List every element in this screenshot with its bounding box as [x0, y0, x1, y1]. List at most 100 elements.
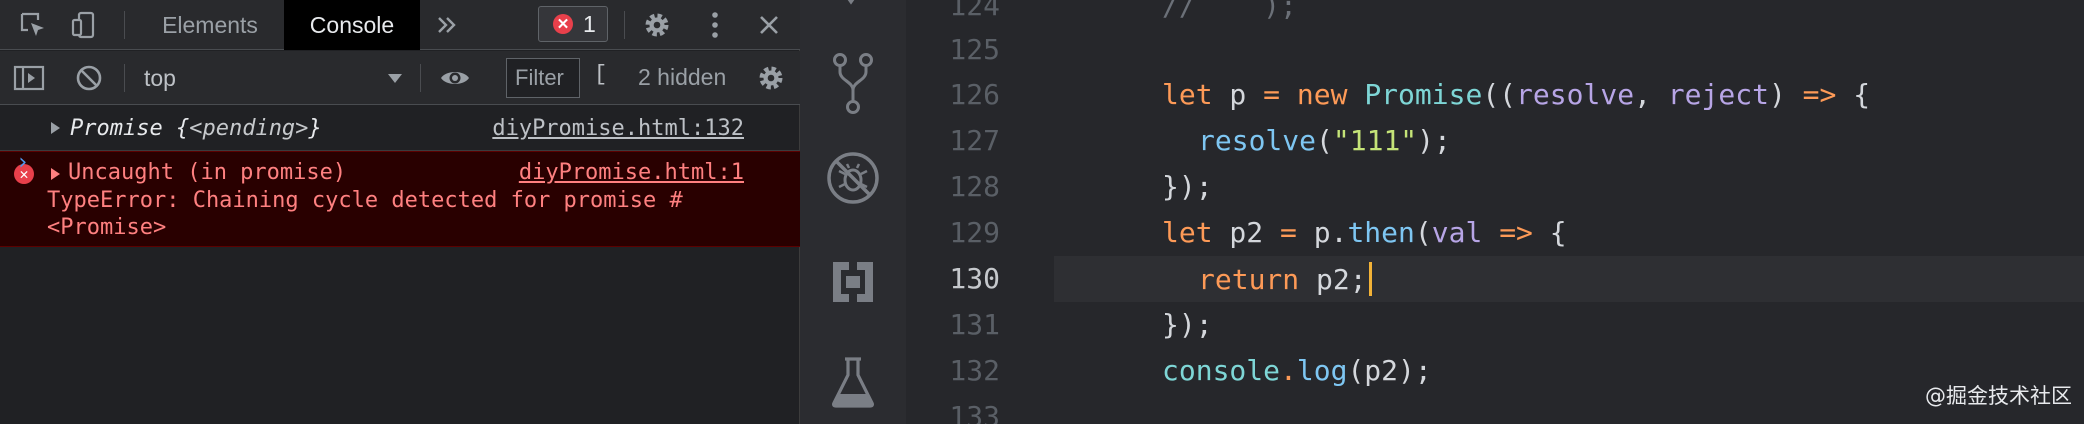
live-expression-eye-icon[interactable] — [438, 62, 472, 94]
current-line-number: 130 — [949, 262, 1000, 295]
promise-brace: } — [308, 116, 322, 141]
code-line-124: // ); — [1162, 0, 1297, 22]
line-number: 132 — [949, 354, 1000, 387]
token-dot: . — [1280, 354, 1297, 387]
sidebar-toggle-icon[interactable] — [12, 62, 46, 94]
token-punct: { — [1532, 216, 1567, 249]
promise-state: <pending> — [189, 116, 309, 141]
error-title[interactable]: Uncaught (in promise) — [68, 160, 346, 185]
source-link[interactable]: diyPromise.html:132 — [492, 116, 744, 141]
token-param: resolve — [1516, 78, 1635, 111]
line-number: 133 — [949, 400, 1000, 424]
token-function: resolve — [1198, 124, 1317, 157]
token-identifier: p — [1212, 78, 1264, 111]
line-number: 129 — [949, 216, 1000, 249]
inspect-element-icon[interactable] — [16, 9, 50, 41]
devtools-panel: Elements Console ✕ 1 top Filter [2 hidd… — [0, 0, 800, 424]
token-punct: (p2); — [1347, 354, 1432, 387]
text-cursor — [1368, 262, 1372, 296]
token-punct: }); — [1162, 308, 1213, 341]
token-class: Promise — [1364, 78, 1483, 111]
token-arrow: => — [1802, 78, 1837, 111]
log-levels-dropdown[interactable]: [ — [594, 62, 607, 87]
tabbar-divider — [124, 11, 125, 39]
kebab-menu-icon[interactable] — [698, 9, 732, 41]
console-settings-gear-icon[interactable] — [754, 62, 788, 94]
error-detail: TypeError: Chaining cycle detected for p… — [47, 188, 683, 213]
extensions-icon[interactable] — [800, 258, 906, 306]
error-count: 1 — [583, 10, 596, 37]
token-identifier: p. — [1296, 216, 1348, 249]
expand-triangle-icon[interactable] — [51, 168, 60, 180]
line-number: 131 — [949, 308, 1000, 341]
line-number: 128 — [949, 170, 1000, 203]
line-number: 125 — [949, 33, 1000, 66]
line-number: 124 — [949, 0, 1000, 22]
token-param: val — [1431, 216, 1483, 249]
code-line-127: resolve("111"); — [1198, 124, 1451, 157]
toolbar-divider — [420, 64, 421, 92]
token-punct: ); — [1417, 124, 1451, 157]
token-keyword: new — [1296, 78, 1348, 111]
token-identifier: p2; — [1299, 263, 1367, 296]
tab-elements[interactable]: Elements — [140, 0, 280, 50]
context-selector[interactable]: top — [130, 59, 412, 97]
console-prompt[interactable]: › — [16, 150, 29, 175]
code-line-131: }); — [1162, 308, 1213, 341]
source-control-icon[interactable] — [800, 52, 906, 116]
debug-disabled-icon[interactable] — [800, 150, 906, 206]
token-param: reject — [1667, 78, 1769, 111]
token-keyword: let — [1162, 78, 1213, 111]
code-line-128: }); — [1162, 170, 1213, 203]
error-detail-continued: <Promise> — [47, 215, 167, 240]
devtools-tabbar: Elements Console ✕ 1 — [0, 0, 800, 50]
device-toolbar-icon[interactable] — [68, 9, 102, 41]
console-log-message: Promise {<pending>} diyPromise.html:132 — [0, 105, 800, 151]
token-operator: = — [1263, 78, 1281, 111]
code-editor[interactable]: // ); let p = new Promise((resolve, reje… — [1054, 0, 2084, 424]
token-punct: , — [1634, 78, 1668, 111]
error-source-link[interactable]: diyPromise.html:1 — [519, 160, 744, 185]
tab-console[interactable]: Console — [284, 0, 420, 50]
clear-console-icon[interactable] — [72, 62, 106, 94]
token-arrow: => — [1499, 216, 1533, 249]
token-punct: (( — [1482, 78, 1517, 111]
close-icon[interactable] — [752, 9, 786, 41]
code-line-126: let p = new Promise((resolve, reject) =>… — [1162, 78, 1870, 111]
context-value: top — [144, 64, 176, 91]
tabbar-divider — [624, 11, 625, 39]
token-operator: = — [1280, 216, 1297, 249]
code-line-130: return p2; — [1198, 262, 1372, 296]
activity-bar — [800, 0, 906, 424]
watermark: @掘金技术社区 — [1925, 384, 2072, 408]
toolbar-divider — [124, 64, 125, 92]
expand-triangle-icon[interactable] — [51, 122, 60, 134]
token-punct: ( — [1414, 216, 1432, 249]
filter-input[interactable] — [506, 58, 580, 98]
line-number-gutter: 124 125 126 127 128 129 130 131 132 133 — [906, 0, 1054, 424]
token-punct: }); — [1162, 170, 1213, 203]
testing-flask-icon[interactable] — [800, 356, 906, 408]
token-keyword: let — [1162, 216, 1213, 249]
explorer-icon[interactable] — [800, 0, 906, 10]
code-line-132: console.log(p2); — [1162, 354, 1432, 387]
console-messages: Promise {<pending>} diyPromise.html:132 … — [0, 105, 800, 247]
token-punct: ( — [1316, 124, 1333, 157]
token-punct: { — [1836, 78, 1871, 111]
token-identifier: p2 — [1212, 216, 1281, 249]
token-keyword: return — [1198, 263, 1300, 296]
error-count-badge[interactable]: ✕ 1 — [538, 6, 608, 42]
line-number: 126 — [949, 78, 1000, 111]
settings-gear-icon[interactable] — [640, 9, 674, 41]
code-line-129: let p2 = p.then(val => { — [1162, 216, 1567, 249]
token-object: console — [1162, 354, 1281, 387]
promise-object-preview[interactable]: Promise {<pending>} — [70, 116, 322, 141]
token-method: log — [1296, 354, 1348, 387]
double-chevron-right-icon[interactable] — [430, 9, 464, 41]
dropdown-arrow-icon — [388, 74, 402, 83]
console-toolbar: top [ 2 hidden — [0, 51, 800, 105]
token-string: "111" — [1332, 124, 1418, 157]
